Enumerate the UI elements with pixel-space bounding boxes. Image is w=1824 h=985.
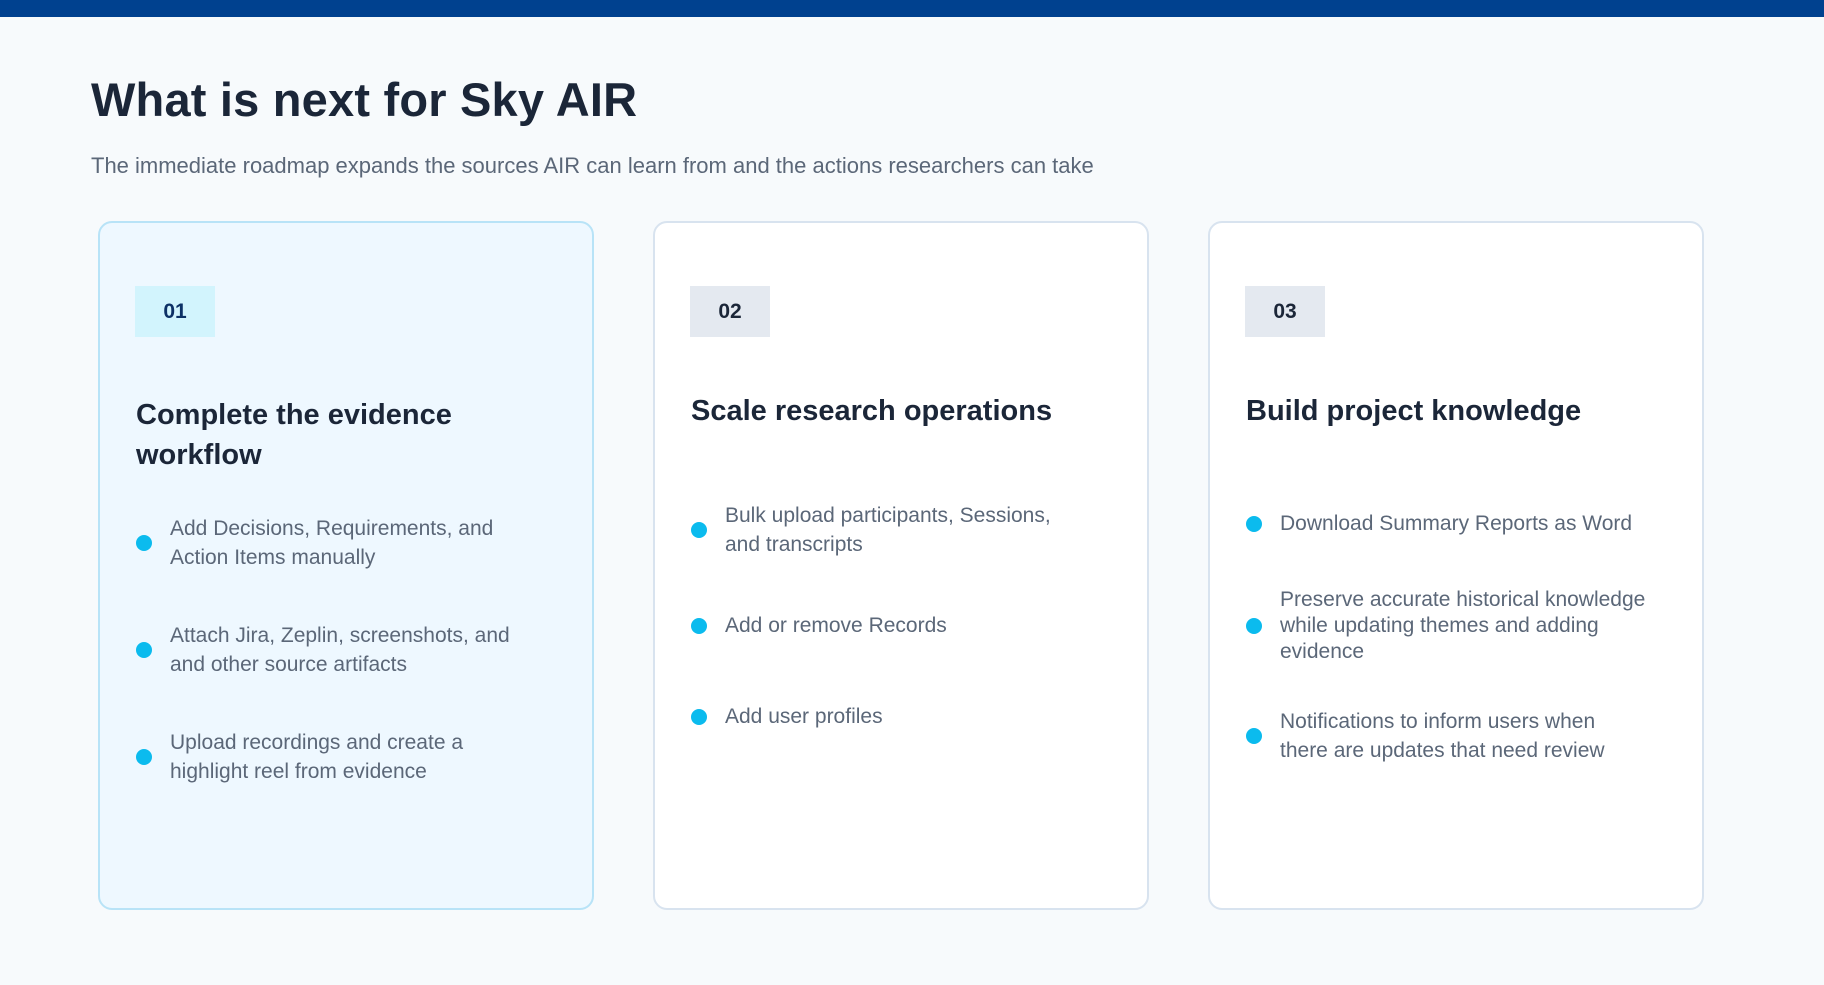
list-item-text: Add Decisions, Requirements, and Action … xyxy=(170,517,494,569)
bullet-dot-icon xyxy=(136,749,152,765)
list-item-text: Add user profiles xyxy=(725,705,883,728)
card-title: Scale research operations xyxy=(691,395,1053,427)
page-title: What is next for Sky AIR xyxy=(91,73,638,126)
list-item: Upload recordings and create a highlight… xyxy=(136,728,536,786)
list-item-text: Attach Jira, Zeplin, screenshots, and an… xyxy=(170,624,510,676)
card-number-badge: 01 xyxy=(135,286,215,337)
card-number-badge: 02 xyxy=(690,286,770,337)
list-item-text: Upload recordings and create a highlight… xyxy=(170,731,464,783)
list-item: Add or remove Records xyxy=(691,611,1091,640)
bullet-dot-icon xyxy=(691,708,707,725)
list-item: Download Summary Reports as Word xyxy=(1246,509,1646,538)
list-item-text: Bulk upload participants, Sessions, and … xyxy=(725,504,1051,556)
list-item-text: Notifications to inform users when there… xyxy=(1280,710,1605,762)
bullet-dot-icon xyxy=(1246,618,1262,634)
bullet-dot-icon xyxy=(1246,515,1262,532)
list-item: Add Decisions, Requirements, and Action … xyxy=(136,514,536,572)
top-accent-bar xyxy=(0,0,1824,17)
bullet-dot-icon xyxy=(691,617,707,634)
roadmap-card-2: 02 Scale research operations Bulk upload… xyxy=(653,221,1149,910)
list-item: Notifications to inform users when there… xyxy=(1246,707,1646,765)
list-item-text: Preserve accurate historical knowledge w… xyxy=(1280,588,1646,663)
list-item: Attach Jira, Zeplin, screenshots, and an… xyxy=(136,621,536,679)
page-subtitle: The immediate roadmap expands the source… xyxy=(91,153,1094,178)
list-item-text: Add or remove Records xyxy=(725,614,947,637)
bullet-dot-icon xyxy=(136,535,152,551)
bullet-dot-icon xyxy=(136,642,152,658)
card-title: Complete the evidence workflow xyxy=(136,399,452,471)
list-item: Preserve accurate historical knowledge w… xyxy=(1246,587,1646,665)
roadmap-card-3: 03 Build project knowledge Download Summ… xyxy=(1208,221,1704,910)
card-number-badge: 03 xyxy=(1245,286,1325,337)
bullet-dot-icon xyxy=(1246,728,1262,744)
list-item: Bulk upload participants, Sessions, and … xyxy=(691,501,1091,559)
bullet-dot-icon xyxy=(691,522,707,538)
card-title: Build project knowledge xyxy=(1246,395,1582,427)
roadmap-card-1: 01 Complete the evidence workflow Add De… xyxy=(98,221,594,910)
list-item-text: Download Summary Reports as Word xyxy=(1280,512,1633,535)
list-item: Add user profiles xyxy=(691,702,1091,731)
